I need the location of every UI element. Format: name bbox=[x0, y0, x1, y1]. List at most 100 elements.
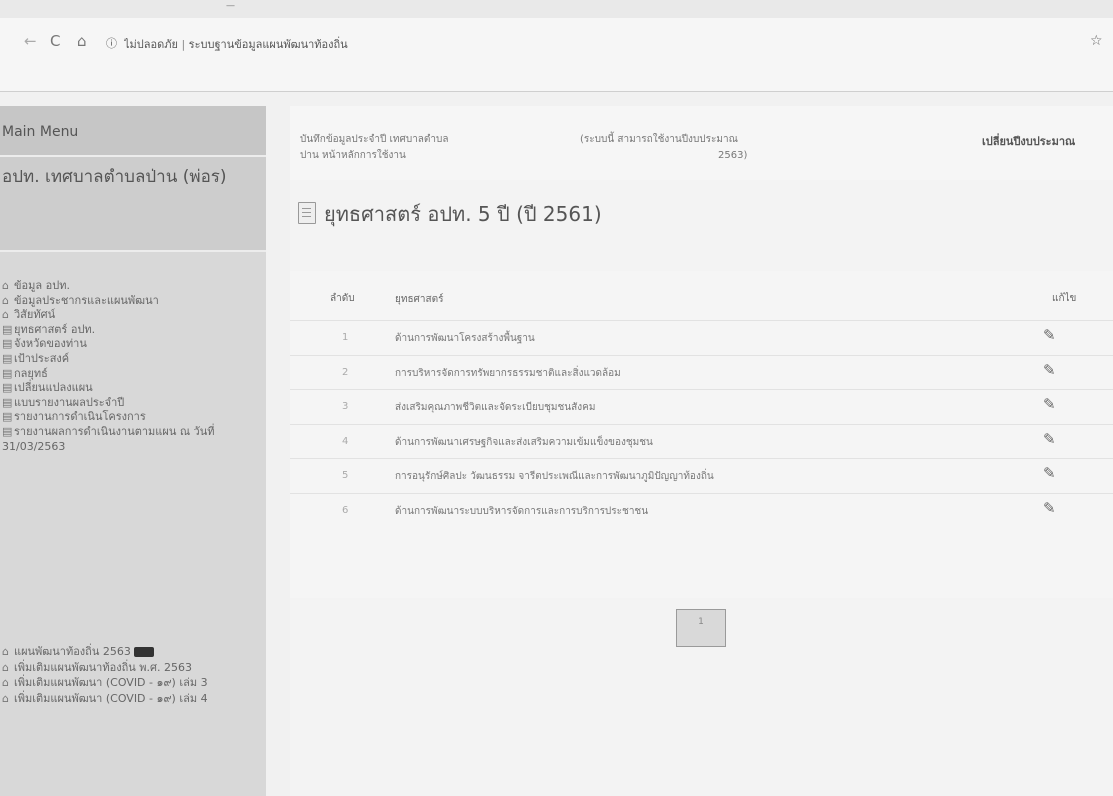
edit-icon[interactable]: ✎ bbox=[1043, 465, 1059, 481]
sidebar-item-label: วิสัยทัศน์ bbox=[14, 308, 56, 322]
url-text: ระบบฐานข้อมูลแผนพัฒนาท้องถิ่น bbox=[188, 38, 348, 51]
info-text-middle: (ระบบนี้ สามารถใช้งานปีงบประมาณ 2563) bbox=[580, 132, 800, 164]
table-row: 3 ส่งเสริมคุณภาพชีวิตและจัดระเบียบชุมชนสั… bbox=[290, 389, 1113, 424]
info-budget-text: (ระบบนี้ สามารถใช้งานปีงบประมาณ bbox=[580, 134, 738, 145]
sidebar-item[interactable]: ⌂ เพิ่มเติมแผนพัฒนาท้องถิ่น พ.ศ. 2563 bbox=[2, 660, 254, 676]
tab-close-icon[interactable]: — bbox=[226, 1, 235, 11]
column-header-no: ลำดับ bbox=[330, 293, 355, 304]
edit-icon[interactable]: ✎ bbox=[1043, 500, 1059, 516]
tab-strip: — bbox=[0, 0, 1113, 18]
page-title-text: ยุทธศาสตร์ อปท. 5 ปี (ปี 2561) bbox=[324, 202, 602, 226]
row-number: 4 bbox=[342, 435, 349, 447]
sidebar-item-label: รายงานการดำเนินโครงการ bbox=[14, 410, 146, 424]
sidebar-item-label: จังหวัดของท่าน bbox=[14, 337, 87, 351]
doc-icon: ▤ bbox=[2, 366, 13, 380]
row-strategy: ส่งเสริมคุณภาพชีวิตและจัดระเบียบชุมชนสัง… bbox=[395, 402, 596, 413]
main-menu-list: ⌂ ข้อมูล อปท. ⌂ ข้อมูลประชากรและแผนพัฒนา ⌂ วิ… bbox=[0, 252, 266, 454]
new-badge-icon bbox=[133, 647, 154, 657]
sidebar-item-label: เปลี่ยนแปลงแผน bbox=[14, 381, 93, 395]
sidebar-item[interactable]: ▤ กลยุทธ์ bbox=[2, 367, 266, 382]
sidebar-item[interactable]: ⌂ เพิ่มเติมแผนพัฒนา (COVID - ๑๙) เล่ม 3 bbox=[2, 675, 254, 691]
doc-icon: ▤ bbox=[2, 381, 13, 395]
row-number: 3 bbox=[342, 401, 349, 412]
site-info-label: ไม่ปลอดภัย bbox=[124, 38, 178, 51]
doc-icon: ▤ bbox=[2, 410, 13, 424]
home-icon: ⌂ bbox=[2, 645, 9, 658]
sidebar-item-label: แผนพัฒนาท้องถิ่น 2563 bbox=[14, 645, 131, 658]
main-menu-header: Main Menu bbox=[0, 106, 266, 157]
sidebar-item[interactable]: ▤ ยุทธศาสตร์ อปท. bbox=[2, 323, 266, 338]
row-number: 1 bbox=[342, 332, 349, 343]
sidebar-item[interactable]: ⌂ แผนพัฒนาท้องถิ่น 2563 bbox=[2, 644, 254, 660]
row-strategy: การบริหารจัดการทรัพยากรธรรมชาติและสิ่งแว… bbox=[395, 367, 621, 379]
table-row: 1 ด้านการพัฒนาโครงสร้างพื้นฐาน ✎ bbox=[290, 320, 1113, 355]
main-content: บันทึกข้อมูลประจำปี เทศบาลตำบลปาน หน้าหล… bbox=[290, 106, 1113, 796]
address-bar[interactable]: ไม่ปลอดภัย | ระบบฐานข้อมูลแผนพัฒนาท้องถิ… bbox=[124, 35, 544, 53]
row-number: 5 bbox=[342, 470, 349, 481]
row-number: 6 bbox=[342, 504, 349, 516]
sidebar-item[interactable]: ⌂ ข้อมูลประชากรและแผนพัฒนา bbox=[2, 294, 266, 309]
secondary-menu-list: ⌂ แผนพัฒนาท้องถิ่น 2563 ⌂ เพิ่มเติมแผนพัฒนา… bbox=[0, 644, 254, 706]
browser-chrome: — ← C ⌂ ⓘ ไม่ปลอดภัย | ระบบฐานข้อมูลแผนพ… bbox=[0, 0, 1113, 92]
sidebar-item[interactable]: ▤ แบบรายงานผลประจำปี bbox=[2, 396, 266, 411]
pagination-label: 1 bbox=[698, 617, 704, 627]
edit-icon[interactable]: ✎ bbox=[1043, 362, 1059, 378]
edit-icon[interactable]: ✎ bbox=[1043, 327, 1059, 343]
sidebar: Main Menu อปท. เทศบาลตำบลป่าน (พ่อร) ⌂ ข้… bbox=[0, 106, 266, 796]
row-strategy: ด้านการพัฒนาเศรษฐกิจและส่งเสริมความเข้มแ… bbox=[395, 436, 653, 448]
sidebar-item-label: เพิ่มเติมแผนพัฒนา (COVID - ๑๙) เล่ม 3 bbox=[14, 676, 208, 689]
table-row: 2 การบริหารจัดการทรัพยากรธรรมชาติและสิ่งแ… bbox=[290, 354, 1113, 390]
sidebar-item-label: รายงานผลการดำเนินงานตามแผน ณ วันที่ 31/0… bbox=[2, 424, 215, 453]
home-icon: ⌂ bbox=[2, 660, 9, 674]
reload-icon[interactable]: C bbox=[50, 33, 60, 49]
home-icon: ⌂ bbox=[2, 279, 9, 292]
sidebar-item-label: เพิ่มเติมแผนพัฒนาท้องถิ่น พ.ศ. 2563 bbox=[14, 660, 192, 674]
info-text-left: บันทึกข้อมูลประจำปี เทศบาลตำบลปาน หน้าหล… bbox=[300, 134, 449, 161]
sidebar-item-label: เป้าประสงค์ bbox=[14, 351, 70, 365]
table-row: 5 การอนุรักษ์ศิลปะ วัฒนธรรม จารีตประเพณีแ… bbox=[290, 458, 1113, 493]
sidebar-item[interactable]: ⌂ ข้อมูล อปท. bbox=[2, 279, 266, 294]
org-name: อปท. เทศบาลตำบลป่าน (พ่อร) bbox=[0, 157, 266, 252]
column-header-strategy: ยุทธศาสตร์ bbox=[395, 294, 444, 305]
back-arrow-icon[interactable]: ← bbox=[24, 33, 37, 49]
address-separator: | bbox=[181, 38, 186, 51]
row-strategy: ด้านการพัฒนาระบบบริหารจัดการและการบริการ… bbox=[395, 505, 649, 517]
table-row: 4 ด้านการพัฒนาเศรษฐกิจและส่งเสริมความเข้ม… bbox=[290, 423, 1113, 459]
sidebar-item-label: ข้อมูล อปท. bbox=[14, 279, 70, 292]
sidebar-item[interactable]: ▤ รายงานการดำเนินโครงการ bbox=[2, 410, 266, 425]
sidebar-item[interactable]: ⌂ วิสัยทัศน์ bbox=[2, 308, 266, 323]
pagination-button[interactable]: 1 bbox=[676, 609, 726, 647]
table-row: 6 ด้านการพัฒนาระบบบริหารจัดการและการบริกา… bbox=[290, 492, 1113, 528]
info-budget-year: 2563) bbox=[718, 150, 748, 161]
edit-icon[interactable]: ✎ bbox=[1043, 431, 1059, 447]
home-icon: ⌂ bbox=[2, 293, 9, 307]
home-icon: ⌂ bbox=[2, 676, 9, 689]
document-icon bbox=[298, 202, 316, 224]
sidebar-item-label: ข้อมูลประชากรและแผนพัฒนา bbox=[14, 293, 159, 307]
sidebar-item[interactable]: ▤ เป้าประสงค์ bbox=[2, 352, 266, 367]
site-info-icon[interactable]: ⓘ bbox=[106, 35, 117, 51]
row-strategy: การอนุรักษ์ศิลปะ วัฒนธรรม จารีตประเพณีแล… bbox=[395, 471, 714, 482]
page-title: ยุทธศาสตร์ อปท. 5 ปี (ปี 2561) bbox=[298, 198, 602, 230]
sidebar-item[interactable]: ▤ จังหวัดของท่าน bbox=[2, 337, 266, 352]
sidebar-item[interactable]: ▤ เปลี่ยนแปลงแผน bbox=[2, 381, 266, 396]
sidebar-item-label: แบบรายงานผลประจำปี bbox=[14, 395, 125, 409]
home-icon: ⌂ bbox=[2, 308, 9, 322]
sidebar-item[interactable]: ⌂ เพิ่มเติมแผนพัฒนา (COVID - ๑๙) เล่ม 4 bbox=[2, 691, 254, 707]
column-header-edit: แก้ไข bbox=[1052, 293, 1077, 304]
row-number: 2 bbox=[342, 366, 349, 378]
sidebar-item[interactable]: ▤ รายงานผลการดำเนินงานตามแผน ณ วันที่ 31/… bbox=[2, 425, 252, 454]
info-bar: บันทึกข้อมูลประจำปี เทศบาลตำบลปาน หน้าหล… bbox=[290, 106, 1113, 180]
bookmark-star-icon[interactable]: ☆ bbox=[1090, 33, 1103, 49]
doc-icon: ▤ bbox=[2, 337, 13, 351]
edit-icon[interactable]: ✎ bbox=[1043, 396, 1059, 412]
sidebar-item-label: กลยุทธ์ bbox=[14, 366, 48, 380]
sidebar-item-label: เพิ่มเติมแผนพัฒนา (COVID - ๑๙) เล่ม 4 bbox=[14, 691, 208, 705]
strategy-table: ลำดับ ยุทธศาสตร์ แก้ไข 1 ด้านการพัฒนาโครง… bbox=[290, 271, 1113, 598]
change-fiscal-year-link[interactable]: เปลี่ยนปีงบประมาณ bbox=[982, 132, 1075, 150]
home-icon[interactable]: ⌂ bbox=[77, 33, 87, 49]
doc-icon: ▤ bbox=[2, 395, 13, 409]
home-icon: ⌂ bbox=[2, 691, 9, 705]
sidebar-item-label: ยุทธศาสตร์ อปท. bbox=[14, 322, 96, 336]
doc-icon: ▤ bbox=[2, 424, 13, 438]
